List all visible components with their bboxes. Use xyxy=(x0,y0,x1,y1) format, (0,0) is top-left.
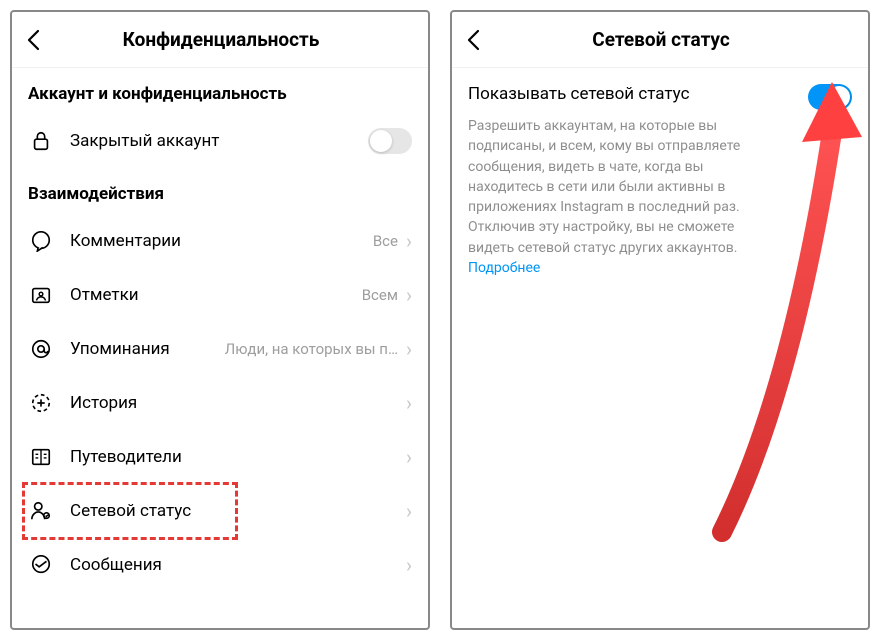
setting-title: Показывать сетевой статус xyxy=(468,84,808,104)
row-activity-status[interactable]: Сетевой статус › xyxy=(12,484,428,538)
header: Конфиденциальность xyxy=(12,12,428,68)
row-label: Сетевой статус xyxy=(70,501,406,521)
setting-description-text: Разрешить аккаунтам, на которые вы подпи… xyxy=(468,118,740,256)
comment-icon xyxy=(28,228,54,254)
lock-icon xyxy=(28,128,54,154)
row-value: Всем xyxy=(362,286,398,304)
story-icon xyxy=(28,390,54,416)
section-interactions-title: Взаимодействия xyxy=(12,168,428,214)
chevron-right-icon: › xyxy=(406,447,412,467)
chevron-right-icon: › xyxy=(406,501,412,521)
chevron-right-icon: › xyxy=(406,555,412,575)
row-label: История xyxy=(70,393,406,413)
row-value: Все xyxy=(373,232,398,250)
activity-status-screen: Сетевой статус Показывать сетевой статус… xyxy=(450,10,870,630)
row-label: Упоминания xyxy=(70,339,225,359)
chevron-right-icon: › xyxy=(406,339,412,359)
chevron-right-icon: › xyxy=(406,231,412,251)
section-account-title: Аккаунт и конфиденциальность xyxy=(12,68,428,114)
learn-more-link[interactable]: Подробнее xyxy=(468,258,540,278)
at-icon xyxy=(28,336,54,362)
header: Сетевой статус xyxy=(452,12,868,68)
messages-icon xyxy=(28,552,54,578)
activity-status-icon xyxy=(28,498,54,524)
row-value: Люди, на которых вы п… xyxy=(225,340,398,358)
setting-description: Разрешить аккаунтам, на которые вы подпи… xyxy=(468,116,852,278)
privacy-screen: Конфиденциальность Аккаунт и конфиденциа… xyxy=(10,10,430,630)
row-private-account[interactable]: Закрытый аккаунт xyxy=(12,114,428,168)
row-comments[interactable]: Комментарии Все › xyxy=(12,214,428,268)
setting-block: Показывать сетевой статус Разрешить акка… xyxy=(452,68,868,294)
tag-icon xyxy=(28,282,54,308)
row-messages[interactable]: Сообщения › xyxy=(12,538,428,592)
row-label: Сообщения xyxy=(70,555,406,575)
row-story[interactable]: История › xyxy=(12,376,428,430)
row-label: Комментарии xyxy=(70,231,373,251)
private-account-toggle[interactable] xyxy=(368,128,412,154)
chevron-right-icon: › xyxy=(406,393,412,413)
row-mentions[interactable]: Упоминания Люди, на которых вы п… › xyxy=(12,322,428,376)
guides-icon xyxy=(28,444,54,470)
row-label: Путеводители xyxy=(70,447,406,467)
page-title: Сетевой статус xyxy=(468,28,854,51)
row-guides[interactable]: Путеводители › xyxy=(12,430,428,484)
row-tags[interactable]: Отметки Всем › xyxy=(12,268,428,322)
page-title: Конфиденциальность xyxy=(28,28,414,51)
private-account-label: Закрытый аккаунт xyxy=(70,131,368,151)
show-activity-status-toggle[interactable] xyxy=(808,84,852,110)
chevron-right-icon: › xyxy=(406,285,412,305)
row-label: Отметки xyxy=(70,285,362,305)
